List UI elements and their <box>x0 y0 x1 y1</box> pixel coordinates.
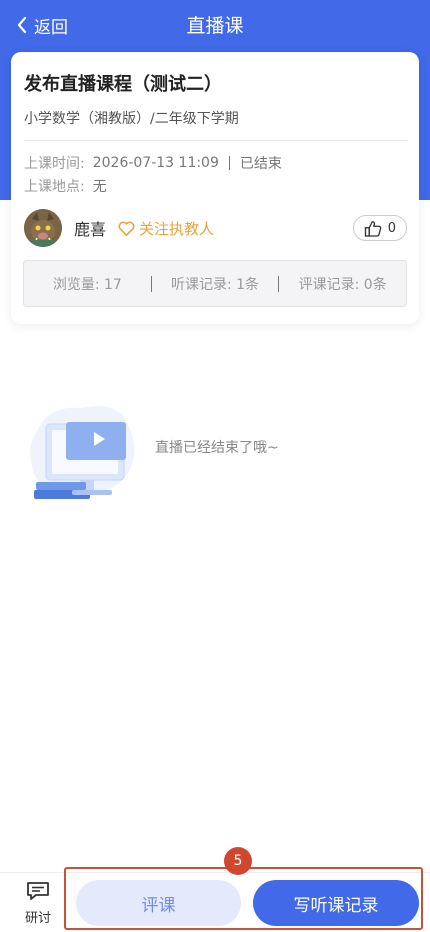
follow-label: 关注执教人 <box>139 219 215 238</box>
discuss-label: 研讨 <box>24 911 51 926</box>
avatar[interactable] <box>24 209 62 247</box>
empty-state-message: 直播已经结束了哦~ <box>155 440 279 456</box>
separator <box>228 156 230 170</box>
boar-avatar-icon <box>24 209 62 247</box>
status-text: 已结束 <box>239 156 282 172</box>
divider <box>24 140 407 141</box>
teacher-name: 鹿喜 <box>74 220 107 239</box>
thumbs-up-icon <box>364 220 381 237</box>
course-subject: 小学数学（湘教版）/二年级下学期 <box>24 111 239 127</box>
discuss-button[interactable]: 研讨 <box>18 881 58 926</box>
class-location-value: 无 <box>92 179 107 195</box>
page-title: 直播课 <box>186 15 244 37</box>
like-button[interactable]: 0 <box>352 215 407 241</box>
stats-bar: 浏览量: 17 听课记录: 1条 评课记录: 0条 <box>23 260 407 307</box>
annotation-highlight-box <box>64 867 423 930</box>
listen-records-count[interactable]: 听课记录: 1条 <box>152 274 279 294</box>
live-ended-illustration <box>30 406 135 499</box>
course-title: 发布直播课程（测试二） <box>24 74 222 95</box>
teacher-row: 鹿喜 关注执教人 0 <box>24 209 407 247</box>
annotation-marker: 5 <box>224 847 252 875</box>
chat-bubble-icon <box>27 882 49 900</box>
course-info-card: 发布直播课程（测试二） 小学数学（湘教版）/二年级下学期 上课时间: 2026-… <box>11 52 419 324</box>
like-count: 0 <box>387 220 396 236</box>
heart-outline-icon <box>118 221 135 236</box>
class-time-row: 上课时间: 2026-07-13 11:09 已结束 <box>24 153 282 173</box>
class-location-label: 上课地点: <box>24 179 85 195</box>
review-records-count[interactable]: 评课记录: 0条 <box>279 274 406 294</box>
follow-teacher-button[interactable]: 关注执教人 <box>118 218 214 239</box>
class-location-row: 上课地点: 无 <box>24 176 107 196</box>
class-time-value: 2026-07-13 11:09 <box>92 155 219 171</box>
class-time-label: 上课时间: <box>24 156 85 172</box>
top-navigation-bar: 返回 直播课 <box>0 0 430 50</box>
views-count: 浏览量: 17 <box>52 276 122 293</box>
